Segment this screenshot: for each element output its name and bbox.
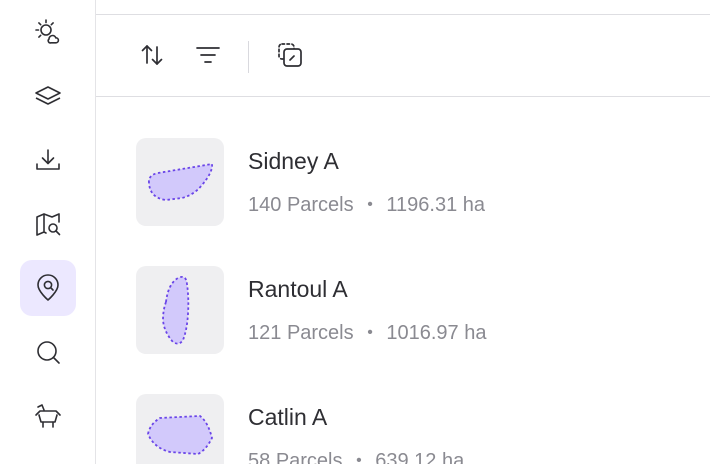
list-toolbar	[96, 15, 710, 97]
app-window: Sidney A 140 Parcels • 1196.31 ha Rantou…	[0, 0, 710, 464]
field-thumbnail	[136, 138, 224, 226]
field-name: Sidney A	[248, 148, 339, 174]
field-shape-icon	[148, 162, 213, 201]
main-panel: Sidney A 140 Parcels • 1196.31 ha Rantou…	[96, 0, 710, 464]
layers-icon	[35, 86, 61, 105]
meta-separator: •	[367, 324, 373, 341]
toolbar-divider	[248, 41, 249, 73]
field-name: Rantoul A	[248, 276, 348, 302]
parcel-count: 140	[248, 194, 282, 216]
sort-icon	[141, 45, 163, 65]
icon-rail	[0, 0, 96, 464]
field-area: 639.12 ha	[375, 450, 465, 464]
search-icon	[37, 341, 60, 364]
sort-button[interactable]	[132, 35, 172, 75]
field-shape-icon	[147, 415, 213, 455]
location-pin-icon	[37, 274, 59, 301]
rail-weather-button[interactable]	[20, 4, 76, 60]
map-search-icon	[36, 213, 61, 236]
rail-search-button[interactable]	[20, 324, 76, 380]
filter-icon	[196, 47, 220, 63]
parcel-count: 58	[248, 450, 271, 464]
list-item[interactable]: Rantoul A 121 Parcels • 1016.97 ha	[136, 266, 710, 356]
rail-locations-button[interactable]	[20, 260, 76, 316]
field-meta: 58 Parcels • 639.12 ha	[248, 450, 464, 464]
list-item[interactable]: Sidney A 140 Parcels • 1196.31 ha	[136, 138, 710, 228]
select-area-icon	[278, 43, 302, 67]
machinery-icon	[35, 404, 61, 428]
filter-button[interactable]	[188, 35, 228, 75]
field-area: 1196.31 ha	[386, 194, 485, 216]
field-area: 1016.97 ha	[386, 322, 487, 344]
meta-separator: •	[356, 452, 362, 464]
meta-separator: •	[367, 196, 373, 213]
parcel-label: Parcels	[286, 194, 354, 216]
field-meta: 121 Parcels • 1016.97 ha	[248, 322, 486, 345]
rail-machinery-button[interactable]	[20, 388, 76, 444]
select-area-button[interactable]	[270, 35, 310, 75]
weather-icon	[35, 19, 60, 44]
rail-map-search-button[interactable]	[20, 196, 76, 252]
parcel-label: Parcels	[275, 450, 343, 464]
field-meta: 140 Parcels • 1196.31 ha	[248, 194, 485, 217]
parcel-label: Parcels	[286, 322, 354, 344]
rail-download-button[interactable]	[20, 132, 76, 188]
list-item[interactable]: Catlin A 58 Parcels • 639.12 ha	[136, 394, 710, 464]
field-name: Catlin A	[248, 404, 328, 430]
download-icon	[36, 149, 60, 170]
field-shape-icon	[162, 275, 190, 345]
field-thumbnail	[136, 394, 224, 464]
field-thumbnail	[136, 266, 224, 354]
parcel-count: 121	[248, 322, 282, 344]
rail-layers-button[interactable]	[20, 68, 76, 124]
